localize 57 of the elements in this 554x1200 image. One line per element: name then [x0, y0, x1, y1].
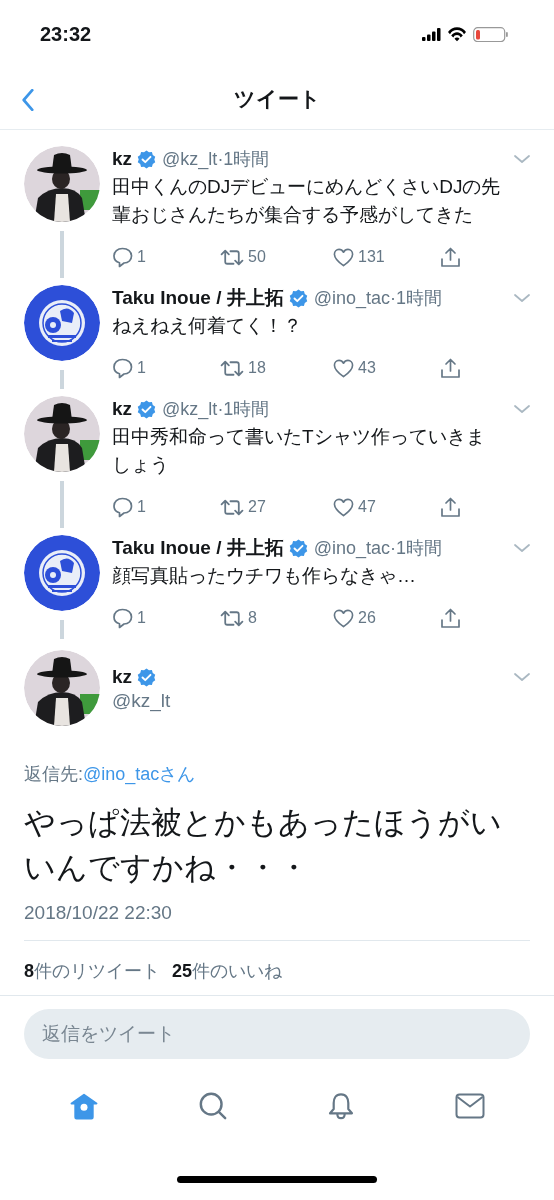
heart-icon[interactable]	[333, 246, 354, 268]
user-handle: @kz_lt	[162, 148, 218, 170]
like-count: 131	[358, 248, 385, 266]
signal-icon	[422, 27, 441, 41]
user-handle: @ino_tac	[313, 537, 391, 559]
retweet-count: 18	[248, 359, 266, 377]
author-name: kz	[112, 398, 133, 420]
tweet-time: ·1時間	[217, 398, 270, 419]
heart-icon[interactable]	[333, 496, 354, 518]
reply-field[interactable]: 返信をツイート	[24, 1009, 530, 1059]
reply-count: 1	[137, 609, 146, 627]
tweet-text: やっぱ法被とかもあったほうがいいんですかね・・・	[24, 804, 503, 887]
user-handle: @kz_lt	[112, 690, 172, 712]
heart-icon[interactable]	[333, 607, 354, 629]
reply-icon[interactable]	[112, 607, 133, 629]
search-icon[interactable]	[197, 1092, 228, 1120]
battery-icon	[473, 26, 508, 42]
author-name: kz	[112, 666, 133, 688]
share-icon[interactable]	[440, 246, 461, 268]
reply-count: 1	[137, 248, 146, 266]
tweet-date: 2018/10/22 22:30	[24, 902, 530, 941]
back-icon[interactable]	[21, 89, 35, 111]
reply-icon[interactable]	[112, 496, 133, 518]
tweet-text: 田中秀和命って書いたTシャツ作っていきましょう	[112, 425, 486, 477]
share-icon[interactable]	[440, 607, 461, 629]
like-count: 47	[358, 498, 376, 516]
reply-to-label: 返信先:	[24, 764, 83, 784]
tweet-time: ·1時間	[217, 148, 270, 169]
tweet-text: 田中くんのDJデビューにめんどくさいDJの先輩おじさんたちが集合する予感がしてきた	[112, 175, 502, 227]
like-count: 26	[358, 609, 376, 627]
retweet-count: 8	[248, 609, 257, 627]
tweet-time: ·1時間	[390, 537, 443, 558]
retweet-count-link[interactable]: 8件のリツイート	[24, 959, 160, 983]
author-name: Taku Inoue / 井上拓	[112, 536, 284, 560]
retweet-count: 27	[248, 498, 266, 516]
user-handle: @ino_tac	[313, 287, 391, 309]
tweet-text: 顔写真貼ったウチワも作らなきゃ…	[112, 564, 417, 588]
share-icon[interactable]	[440, 357, 461, 379]
envelope-icon[interactable]	[454, 1092, 485, 1120]
reply-icon[interactable]	[112, 357, 133, 379]
status-time: 23:32	[40, 22, 92, 46]
home-icon[interactable]	[69, 1092, 100, 1120]
tweet-text: ねえねえ何着てく！？	[112, 314, 303, 338]
share-icon[interactable]	[440, 496, 461, 518]
author-name: Taku Inoue / 井上拓	[112, 286, 284, 310]
wifi-icon	[447, 26, 467, 42]
reply-count: 1	[137, 359, 146, 377]
retweet-count: 50	[248, 248, 266, 266]
reply-icon[interactable]	[112, 246, 133, 268]
tweet-time: ·1時間	[390, 287, 443, 308]
like-count-link[interactable]: 25件のいいね	[172, 959, 283, 983]
like-count: 43	[358, 359, 376, 377]
reply-count: 1	[137, 498, 146, 516]
author-name: kz	[112, 148, 133, 170]
user-handle: @kz_lt	[162, 398, 218, 420]
page-title: ツイート	[233, 85, 321, 112]
heart-icon[interactable]	[333, 357, 354, 379]
